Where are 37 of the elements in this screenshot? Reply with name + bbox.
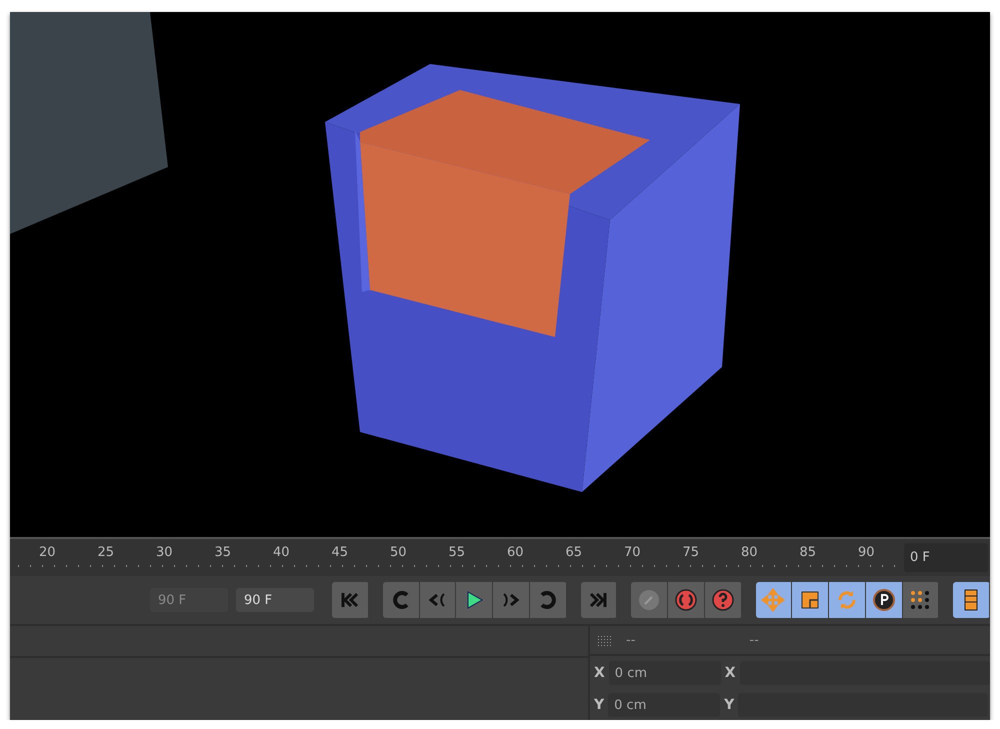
frame-number: 55 xyxy=(447,544,466,562)
move-arrows-icon xyxy=(761,588,786,612)
frame-number: 20 xyxy=(38,544,57,562)
value-field[interactable] xyxy=(740,661,990,685)
frame-number: 70 xyxy=(622,544,642,562)
frame-number: 50 xyxy=(388,544,408,562)
frame-number: 60 xyxy=(506,544,525,562)
frame-number: 65 xyxy=(564,544,584,562)
current-frame-field[interactable]: 0 F xyxy=(904,542,988,572)
help-icon xyxy=(710,588,735,612)
header-label: -- xyxy=(749,632,759,648)
frame-number: 75 xyxy=(681,544,700,562)
toolbar-button[interactable] xyxy=(866,582,902,618)
key-icon xyxy=(637,588,662,612)
axis-label: X xyxy=(724,665,736,681)
frame-number: 25 xyxy=(96,544,116,562)
position-field[interactable]: 0 cm xyxy=(608,661,721,685)
frame-number: 80 xyxy=(740,544,759,562)
toolbar-button[interactable] xyxy=(456,582,493,618)
axis-label: Y xyxy=(724,697,734,713)
p-circle-icon xyxy=(872,588,896,612)
frame-field[interactable]: 90 F xyxy=(236,588,314,612)
frame-number: 40 xyxy=(272,544,291,562)
value-field[interactable] xyxy=(738,693,988,717)
frame-number: 85 xyxy=(798,544,818,562)
toolbar-button[interactable] xyxy=(902,582,940,618)
toolbar-button[interactable] xyxy=(953,582,990,618)
record-icon xyxy=(674,588,698,612)
axis-label: Y xyxy=(594,697,604,713)
frame-number: 90 xyxy=(856,544,876,562)
frame-number: 30 xyxy=(154,544,174,562)
frame-number: 35 xyxy=(213,544,232,562)
axis-label: X xyxy=(594,665,605,681)
position-field[interactable]: 0 cm xyxy=(608,693,720,717)
frame-number: 45 xyxy=(330,544,350,562)
header-label: -- xyxy=(626,632,636,648)
toolbar-button[interactable] xyxy=(792,582,829,618)
